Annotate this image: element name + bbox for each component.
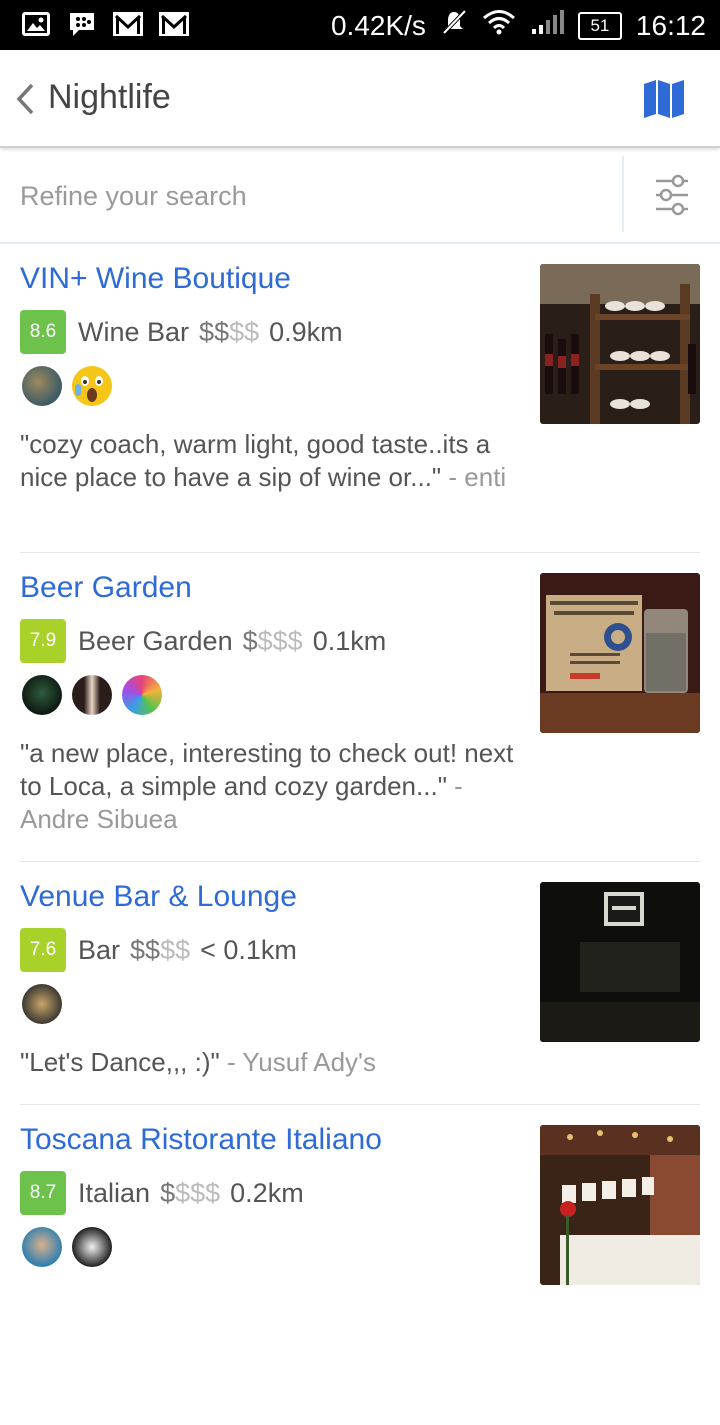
tip-text: "Let's Dance,,, :)" <box>20 1047 220 1077</box>
venue-category: Italian <box>78 1177 151 1208</box>
venue-list: VIN+ Wine Boutique 8.6 Wine Bar $$$$ 0.9… <box>0 244 720 1425</box>
venue-meta: 7.9 Beer Garden $$$$ 0.1km <box>20 619 386 663</box>
price-tier: $$$$ <box>160 1177 221 1208</box>
clock: 16:12 <box>635 9 706 41</box>
venue-item[interactable]: VIN+ Wine Boutique 8.6 Wine Bar $$$$ 0.9… <box>20 244 700 553</box>
rating-badge: 7.9 <box>20 619 66 663</box>
gmail-icon <box>158 10 190 38</box>
venue-distance: < 0.1km <box>200 934 297 965</box>
venue-item[interactable]: Beer Garden 7.9 Beer Garden $$$$ 0.1km "… <box>20 553 700 862</box>
venue-item[interactable]: Venue Bar & Lounge 7.6 Bar $$$$ < 0.1km … <box>20 862 700 1105</box>
avatar[interactable] <box>122 675 162 715</box>
signal-icon <box>530 9 564 42</box>
page-title: Nightlife <box>48 78 171 116</box>
tip-author[interactable]: - enti <box>448 462 506 492</box>
battery-level: 51 <box>590 15 610 35</box>
venue-category: Bar <box>78 934 121 965</box>
rating-badge: 8.7 <box>20 1171 66 1215</box>
venue-meta: 7.6 Bar $$$$ < 0.1km <box>20 928 297 972</box>
chevron-left-icon[interactable] <box>14 82 36 116</box>
refine-search-input[interactable] <box>20 172 600 220</box>
sliders-icon[interactable] <box>652 174 692 216</box>
venue-tip: "Let's Dance,,, :)" - Yusuf Ady's <box>20 1046 520 1079</box>
venue-category: Wine Bar <box>78 316 190 347</box>
app-bar: Nightlife <box>0 50 720 148</box>
venue-meta: 8.6 Wine Bar $$$$ 0.9km <box>20 310 343 354</box>
avatar[interactable] <box>72 675 112 715</box>
gmail-icon <box>112 10 144 38</box>
avatar[interactable] <box>72 366 112 406</box>
venue-meta: 8.7 Italian $$$$ 0.2km <box>20 1171 304 1215</box>
price-tier: $$$$ <box>242 625 303 656</box>
status-bar: 0.42K/s 51 16:12 <box>0 0 720 50</box>
venue-distance: 0.2km <box>230 1177 304 1208</box>
friend-avatars <box>22 675 162 715</box>
friend-avatars <box>22 984 62 1024</box>
venue-item[interactable]: Toscana Ristorante Italiano 8.7 Italian … <box>20 1105 700 1425</box>
refine-search-bar <box>0 150 720 244</box>
friend-avatars <box>22 366 112 406</box>
venue-distance: 0.1km <box>312 625 387 656</box>
avatar[interactable] <box>72 1227 112 1267</box>
battery-icon: 51 <box>577 11 622 40</box>
avatar[interactable] <box>22 1227 62 1267</box>
mute-icon <box>440 8 468 43</box>
avatar[interactable] <box>22 984 62 1024</box>
wifi-icon <box>482 9 516 42</box>
tip-author[interactable]: - Yusuf Ady's <box>227 1047 376 1077</box>
divider <box>622 156 624 232</box>
price-tier: $$$$ <box>130 934 191 965</box>
venue-name[interactable]: VIN+ Wine Boutique <box>20 262 291 296</box>
venue-photo[interactable] <box>540 264 700 424</box>
venue-category: Beer Garden <box>78 625 233 656</box>
network-speed: 0.42K/s <box>330 9 426 41</box>
venue-photo[interactable] <box>540 882 700 1042</box>
venue-tip: "a new place, interesting to check out! … <box>20 737 520 836</box>
tip-text: "a new place, interesting to check out! … <box>20 738 514 801</box>
bbm-icon <box>66 10 98 38</box>
avatar[interactable] <box>22 366 62 406</box>
image-icon <box>20 10 52 38</box>
friend-avatars <box>22 1227 112 1267</box>
rating-badge: 8.6 <box>20 310 66 354</box>
price-tier: $$$$ <box>199 316 260 347</box>
venue-tip: "cozy coach, warm light, good taste..its… <box>20 428 520 494</box>
system-status: 0.42K/s 51 16:12 <box>331 8 706 43</box>
venue-name[interactable]: Toscana Ristorante Italiano <box>20 1123 382 1157</box>
tip-text: "cozy coach, warm light, good taste..its… <box>20 429 491 492</box>
rating-badge: 7.6 <box>20 928 66 972</box>
venue-name[interactable]: Venue Bar & Lounge <box>20 880 297 914</box>
venue-name[interactable]: Beer Garden <box>20 571 192 605</box>
venue-photo[interactable] <box>540 1125 700 1285</box>
venue-distance: 0.9km <box>269 316 343 347</box>
notification-icons <box>20 10 190 38</box>
map-icon[interactable] <box>642 78 686 118</box>
venue-photo[interactable] <box>540 573 700 733</box>
avatar[interactable] <box>22 675 62 715</box>
